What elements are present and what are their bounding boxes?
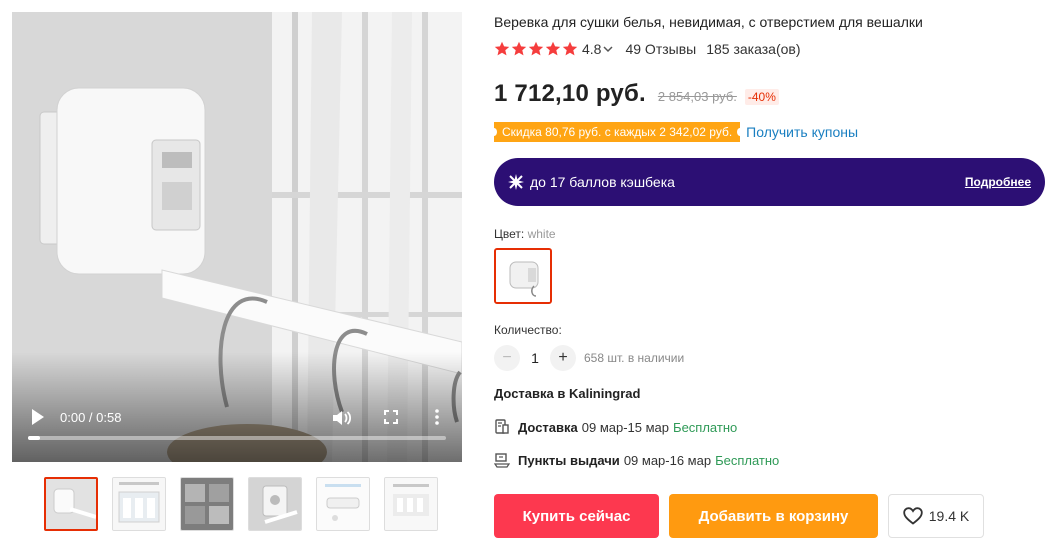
delivery-heading: Доставка в Kaliningrad <box>494 386 641 401</box>
quantity-stepper: − 1 + 658 шт. в наличии <box>494 345 684 371</box>
swatch-image <box>496 250 550 302</box>
color-swatch-white[interactable] <box>494 248 552 304</box>
thumbnail-image <box>46 479 96 529</box>
coupon-badge: Скидка 80,76 руб. с каждых 2 342,02 руб. <box>490 122 744 142</box>
old-price: 2 854,03 руб. <box>657 89 737 104</box>
volume-icon[interactable] <box>332 409 352 427</box>
delivery-option-pickup: Пункты выдачи 09 мар-16 мар Бесплатно <box>494 452 779 468</box>
buy-now-button[interactable]: Купить сейчас <box>494 494 659 538</box>
thumbnail-strip <box>44 477 438 531</box>
play-icon[interactable] <box>30 408 46 426</box>
courier-icon <box>495 419 509 434</box>
delivery-option-dates: 09 мар-15 мар <box>581 419 670 435</box>
reviews-link[interactable]: 49 Отзывы <box>625 41 696 57</box>
rating-row: 4.8 49 Отзывы 185 заказа(ов) <box>494 41 801 57</box>
wishlist-button[interactable]: 19.4 K <box>888 494 984 538</box>
orders-count: 185 заказа(ов) <box>706 41 801 57</box>
thumbnail-image <box>385 478 437 530</box>
fullscreen-icon[interactable] <box>384 410 398 424</box>
thumbnail-2[interactable] <box>112 477 166 531</box>
product-video[interactable]: 0:00 / 0:58 <box>12 12 462 462</box>
heart-icon <box>903 507 923 525</box>
rating-value[interactable]: 4.8 <box>582 41 601 57</box>
delivery-option-dates: 09 мар-16 мар <box>623 452 712 468</box>
color-label-text: Цвет: <box>494 227 525 241</box>
thumbnail-4[interactable] <box>248 477 302 531</box>
pickup-point-icon <box>494 453 510 468</box>
price-row: 1 712,10 руб. 2 854,03 руб. -40% <box>494 80 779 108</box>
thumbnail-5[interactable] <box>316 477 370 531</box>
thumbnail-image <box>113 478 165 530</box>
discount-badge: -40% <box>744 89 779 105</box>
quantity-value[interactable]: 1 <box>520 350 550 366</box>
video-controls: 0:00 / 0:58 <box>12 402 462 462</box>
delivery-option-price: Бесплатно <box>673 419 738 435</box>
thumbnail-3[interactable] <box>180 477 234 531</box>
star-icon <box>528 41 544 56</box>
video-progress-bar[interactable] <box>28 436 446 440</box>
product-title: Веревка для сушки белья, невидимая, с от… <box>494 14 923 30</box>
thumbnail-image <box>249 478 301 530</box>
video-progress-fill <box>28 436 40 440</box>
quantity-label: Количество: <box>494 323 562 337</box>
delivery-option-courier: Доставка 09 мар-15 мар Бесплатно <box>494 419 737 435</box>
delivery-option-name: Доставка <box>518 419 578 435</box>
thumbnail-1[interactable] <box>44 477 98 531</box>
cashback-more-link[interactable]: Подробнее <box>965 175 1031 189</box>
get-coupons-link[interactable]: Получить купоны <box>746 124 858 140</box>
current-price: 1 712,10 руб. <box>494 80 646 107</box>
star-icon <box>511 41 527 56</box>
delivery-option-price: Бесплатно <box>715 452 780 468</box>
more-vertical-icon[interactable] <box>433 409 441 425</box>
rating-stars <box>494 41 578 57</box>
sparkle-icon <box>508 174 524 190</box>
star-icon <box>562 41 578 56</box>
delivery-option-name: Пункты выдачи <box>518 452 620 468</box>
star-icon <box>545 41 561 56</box>
thumbnail-image <box>317 478 369 530</box>
coupon-row: Скидка 80,76 руб. с каждых 2 342,02 руб.… <box>490 122 858 142</box>
color-label: Цвет: white <box>494 227 556 241</box>
quantity-decrease-button[interactable]: − <box>494 345 520 371</box>
thumbnail-image <box>181 478 233 530</box>
thumbnail-6[interactable] <box>384 477 438 531</box>
color-value: white <box>527 227 556 241</box>
chevron-down-icon[interactable] <box>603 44 613 54</box>
quantity-increase-button[interactable]: + <box>550 345 576 371</box>
star-icon <box>494 41 510 56</box>
cashback-text: до 17 баллов кэшбека <box>530 174 675 190</box>
add-to-cart-button[interactable]: Добавить в корзину <box>669 494 878 538</box>
stock-text: 658 шт. в наличии <box>584 351 685 365</box>
cashback-banner[interactable]: до 17 баллов кэшбека Подробнее <box>494 158 1045 206</box>
video-time: 0:00 / 0:58 <box>60 410 122 425</box>
wishlist-count: 19.4 K <box>928 508 970 524</box>
